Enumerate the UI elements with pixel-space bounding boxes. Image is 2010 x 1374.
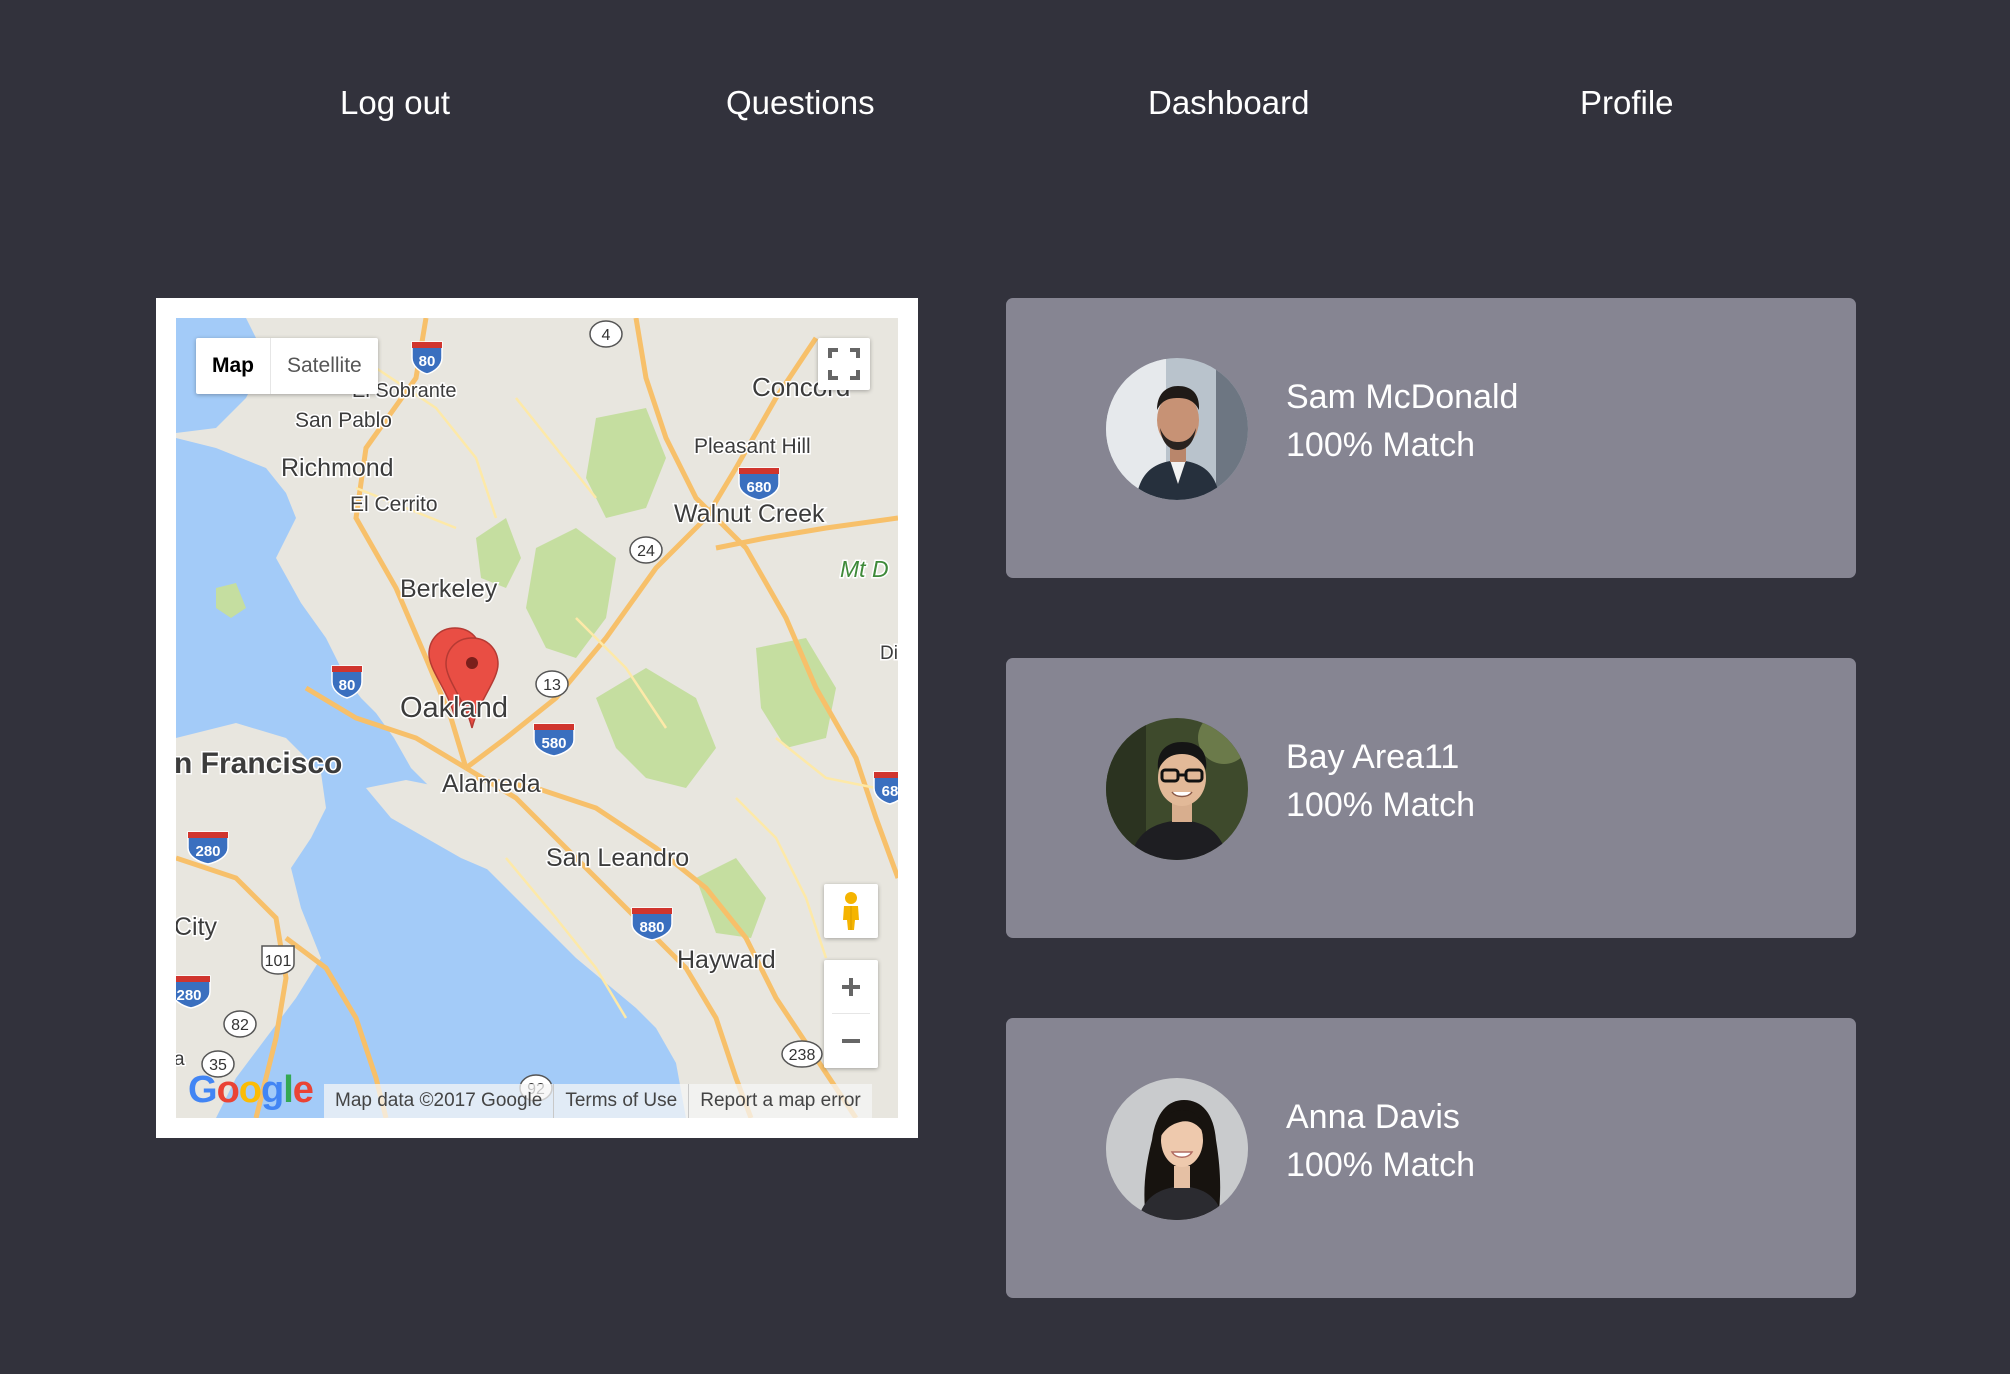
map-label: Mt D (840, 556, 889, 582)
match-name: Sam McDonald (1286, 378, 1519, 416)
map-label: Walnut Creek (674, 500, 825, 528)
route-shield-icon: 82 (223, 1010, 257, 1038)
map-label: Alameda (442, 770, 541, 798)
route-shield-icon: 24 (629, 536, 663, 564)
route-shield-icon: 13 (535, 670, 569, 698)
route-shield-icon: 238 (781, 1040, 823, 1068)
google-map[interactable]: El Sobrante San Pablo Richmond El Cerrit… (176, 318, 898, 1118)
svg-text:13: 13 (543, 677, 561, 694)
map-label: Berkeley (400, 575, 498, 603)
map-label: Pleasant Hill (694, 435, 811, 458)
match-percentage: 100% Match (1286, 1146, 1475, 1184)
map-type-control: Map Satellite (196, 338, 378, 394)
svg-text:280: 280 (176, 987, 201, 1004)
match-card[interactable]: Sam McDonald 100% Match (1006, 298, 1856, 578)
map-label: City (176, 913, 218, 941)
street-view-button[interactable] (824, 884, 878, 938)
svg-text:101: 101 (265, 953, 292, 970)
match-name: Bay Area11 (1286, 738, 1460, 776)
svg-text:238: 238 (789, 1047, 816, 1064)
map-label: n Francisco (176, 747, 342, 780)
svg-text:680: 680 (746, 479, 771, 496)
google-logo: Google (188, 1069, 314, 1111)
map-label: Richmond (281, 454, 394, 482)
match-percentage: 100% Match (1286, 426, 1475, 464)
match-card[interactable]: Bay Area11 100% Match (1006, 658, 1856, 938)
map-frame: El Sobrante San Pablo Richmond El Cerrit… (156, 298, 918, 1138)
fullscreen-icon (828, 348, 860, 380)
match-percentage: 100% Match (1286, 786, 1475, 824)
map-label: El Cerrito (350, 493, 438, 516)
svg-text:68: 68 (882, 783, 898, 800)
pegman-icon (843, 892, 859, 930)
zoom-in-button[interactable] (824, 960, 878, 1014)
nav-logout-link[interactable]: Log out (340, 78, 450, 128)
map-canvas[interactable]: El Sobrante San Pablo Richmond El Cerrit… (176, 318, 898, 1118)
map-data-attribution: Map data ©2017 Google (335, 1090, 543, 1111)
svg-text:24: 24 (637, 543, 655, 560)
map-label: San Pablo (295, 409, 392, 432)
map-type-satellite-button[interactable]: Satellite (271, 338, 378, 394)
nav-questions-link[interactable]: Questions (726, 78, 875, 128)
zoom-control (824, 960, 878, 1068)
nav-profile-link[interactable]: Profile (1580, 78, 1674, 128)
map-label: Di (880, 643, 898, 664)
match-card[interactable]: Anna Davis 100% Match (1006, 1018, 1856, 1298)
svg-text:80: 80 (419, 353, 436, 370)
map-label: a (176, 1049, 185, 1070)
avatar (1106, 1078, 1248, 1220)
route-shield-icon: 4 (589, 320, 623, 348)
minus-icon (842, 1039, 860, 1043)
avatar (1106, 718, 1248, 860)
svg-text:580: 580 (541, 735, 566, 752)
map-label: Hayward (677, 946, 776, 974)
avatar (1106, 358, 1248, 500)
map-label: Oakland (400, 692, 508, 724)
svg-text:880: 880 (639, 919, 664, 936)
svg-text:80: 80 (339, 677, 356, 694)
map-label: San Leandro (546, 844, 689, 872)
route-shield-icon: 101 (261, 945, 295, 975)
svg-text:4: 4 (602, 327, 611, 344)
svg-text:82: 82 (231, 1017, 249, 1034)
nav-dashboard-link[interactable]: Dashboard (1148, 78, 1309, 128)
svg-text:280: 280 (195, 843, 220, 860)
match-name: Anna Davis (1286, 1098, 1460, 1136)
fullscreen-button[interactable] (818, 338, 870, 390)
report-map-error-link[interactable]: Report a map error (688, 1084, 872, 1118)
zoom-out-button[interactable] (824, 1014, 878, 1068)
top-nav: Log out Questions Dashboard Profile (0, 78, 2010, 128)
map-attribution: Map data ©2017 Google Terms of Use Repor… (324, 1084, 872, 1118)
terms-of-use-link[interactable]: Terms of Use (553, 1084, 688, 1118)
map-type-map-button[interactable]: Map (196, 338, 271, 394)
plus-icon (842, 978, 860, 996)
